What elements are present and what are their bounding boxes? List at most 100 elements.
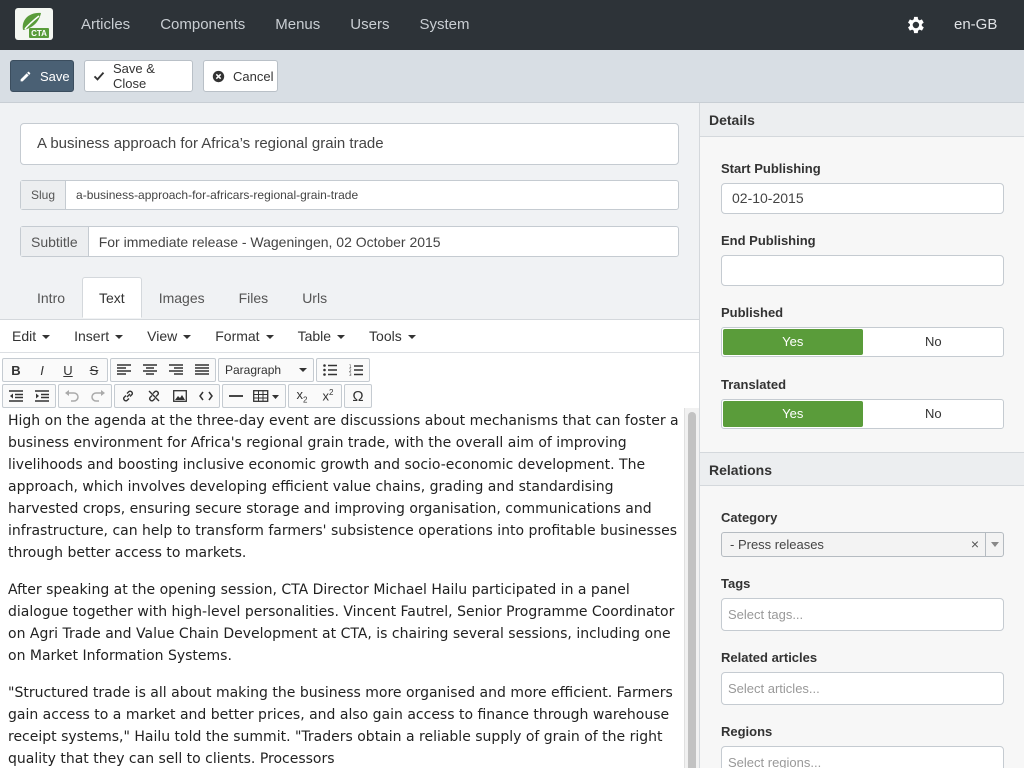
related-articles-label: Related articles: [721, 650, 818, 665]
align-group: [110, 358, 216, 382]
gear-icon[interactable]: [904, 14, 926, 36]
align-left-icon[interactable]: [111, 359, 137, 381]
pencil-icon: [19, 70, 32, 83]
link-icon[interactable]: [115, 385, 141, 407]
menu-view[interactable]: View: [135, 320, 203, 352]
nav-system[interactable]: System: [404, 0, 484, 50]
published-no-button[interactable]: No: [864, 328, 1004, 356]
nav-menus[interactable]: Menus: [260, 0, 335, 50]
align-center-icon[interactable]: [137, 359, 163, 381]
align-right-icon[interactable]: [163, 359, 189, 381]
relations-heading: Relations: [700, 452, 1024, 486]
paragraph: "Structured trade is all about making th…: [8, 685, 673, 767]
align-justify-icon[interactable]: [189, 359, 215, 381]
menu-tools[interactable]: Tools: [357, 320, 428, 352]
translated-yes-button[interactable]: Yes: [723, 401, 863, 427]
menu-insert[interactable]: Insert: [62, 320, 135, 352]
slug-input[interactable]: a-business-approach-for-africars-regiona…: [66, 181, 368, 209]
check-icon: [93, 70, 105, 82]
translated-toggle: Yes No: [721, 399, 1004, 429]
regions-input[interactable]: Select regions...: [721, 746, 1004, 768]
tags-label: Tags: [721, 576, 751, 591]
translated-label: Translated: [721, 377, 787, 392]
title-input[interactable]: A business approach for Africa’s regiona…: [20, 123, 679, 165]
numbered-list-icon[interactable]: 123: [343, 359, 369, 381]
tab-files[interactable]: Files: [222, 277, 286, 317]
clear-icon[interactable]: ×: [971, 533, 979, 556]
published-label: Published: [721, 305, 784, 320]
subscript-icon[interactable]: x2: [289, 385, 315, 407]
indent-group: [2, 384, 56, 408]
menu-edit[interactable]: Edit: [0, 320, 62, 352]
editor-scrollbar[interactable]: [684, 408, 699, 768]
indent-icon[interactable]: [29, 385, 55, 407]
subtitle-field-group: Subtitle For immediate release - Wagenin…: [20, 226, 679, 257]
action-toolbar: Save Save & Close Cancel: [0, 50, 1024, 103]
code-icon[interactable]: [193, 385, 219, 407]
tags-input[interactable]: Select tags...: [721, 598, 1004, 631]
unlink-icon[interactable]: [141, 385, 167, 407]
script-group: x2 x2: [288, 384, 342, 408]
language-selector[interactable]: en-GB: [954, 0, 997, 50]
block-format-select[interactable]: Paragraph: [219, 359, 313, 381]
save-close-label: Save & Close: [113, 61, 155, 91]
slug-field-group: Slug a-business-approach-for-africars-re…: [20, 180, 679, 210]
chevron-down-icon[interactable]: [985, 533, 1003, 556]
save-button[interactable]: Save: [10, 60, 74, 92]
cancel-button[interactable]: Cancel: [203, 60, 278, 92]
history-group: [58, 384, 112, 408]
translated-no-button[interactable]: No: [864, 400, 1004, 428]
horizontal-rule-icon[interactable]: [223, 385, 249, 407]
top-navbar: CTA Articles Components Menus Users Syst…: [0, 0, 1024, 50]
published-yes-button[interactable]: Yes: [723, 329, 863, 355]
tab-images[interactable]: Images: [142, 277, 222, 317]
close-circle-icon: [212, 70, 225, 83]
underline-icon[interactable]: U: [55, 359, 81, 381]
redo-icon[interactable]: [85, 385, 111, 407]
insert-group: [114, 384, 220, 408]
superscript-icon[interactable]: x2: [315, 385, 341, 407]
tab-intro[interactable]: Intro: [20, 277, 82, 317]
regions-label: Regions: [721, 724, 773, 739]
related-articles-input[interactable]: Select articles...: [721, 672, 1004, 705]
tab-text[interactable]: Text: [82, 277, 142, 318]
nav-articles[interactable]: Articles: [66, 0, 145, 50]
image-icon[interactable]: [167, 385, 193, 407]
undo-icon[interactable]: [59, 385, 85, 407]
subtitle-input[interactable]: For immediate release - Wageningen, 02 O…: [89, 227, 451, 256]
details-sidebar: Details Start Publishing 02-10-2015 End …: [699, 103, 1024, 768]
omega-special-char-icon[interactable]: Ω: [345, 385, 371, 407]
save-close-button[interactable]: Save & Close: [84, 60, 193, 92]
rich-text-editor: Edit Insert View Format Table Tools B I …: [0, 319, 699, 768]
bold-icon[interactable]: B: [3, 359, 29, 381]
tab-urls[interactable]: Urls: [285, 277, 344, 317]
table-icon[interactable]: [249, 385, 285, 407]
scrollbar-thumb[interactable]: [688, 412, 696, 768]
slug-label: Slug: [21, 181, 67, 209]
svg-text:CTA: CTA: [31, 29, 47, 38]
editor-content[interactable]: High on the agenda at the three-day even…: [8, 410, 680, 768]
end-publishing-input[interactable]: [721, 255, 1004, 286]
svg-text:3: 3: [349, 372, 352, 376]
italic-icon[interactable]: I: [29, 359, 55, 381]
paragraph: After speaking at the opening session, C…: [8, 582, 675, 664]
strikethrough-icon[interactable]: S: [81, 359, 107, 381]
menu-table[interactable]: Table: [286, 320, 357, 352]
cta-logo[interactable]: CTA: [15, 8, 53, 40]
article-tabs: Intro Text Images Files Urls: [20, 277, 344, 320]
bullet-list-icon[interactable]: [317, 359, 343, 381]
paragraph: High on the agenda at the three-day even…: [8, 413, 679, 561]
save-label: Save: [40, 68, 70, 84]
start-publishing-input[interactable]: 02-10-2015: [721, 183, 1004, 214]
nav-components[interactable]: Components: [145, 0, 260, 50]
details-heading: Details: [700, 103, 1024, 137]
outdent-icon[interactable]: [3, 385, 29, 407]
category-select[interactable]: - Press releases ×: [721, 532, 1004, 557]
editor-menubar: Edit Insert View Format Table Tools: [0, 320, 699, 353]
nav-users[interactable]: Users: [335, 0, 404, 50]
list-group: 123: [316, 358, 370, 382]
end-publishing-label: End Publishing: [721, 233, 816, 248]
editor-toolbar-row-1: B I U S Paragraph 123: [0, 357, 370, 383]
subtitle-label: Subtitle: [21, 227, 89, 256]
menu-format[interactable]: Format: [203, 320, 285, 352]
